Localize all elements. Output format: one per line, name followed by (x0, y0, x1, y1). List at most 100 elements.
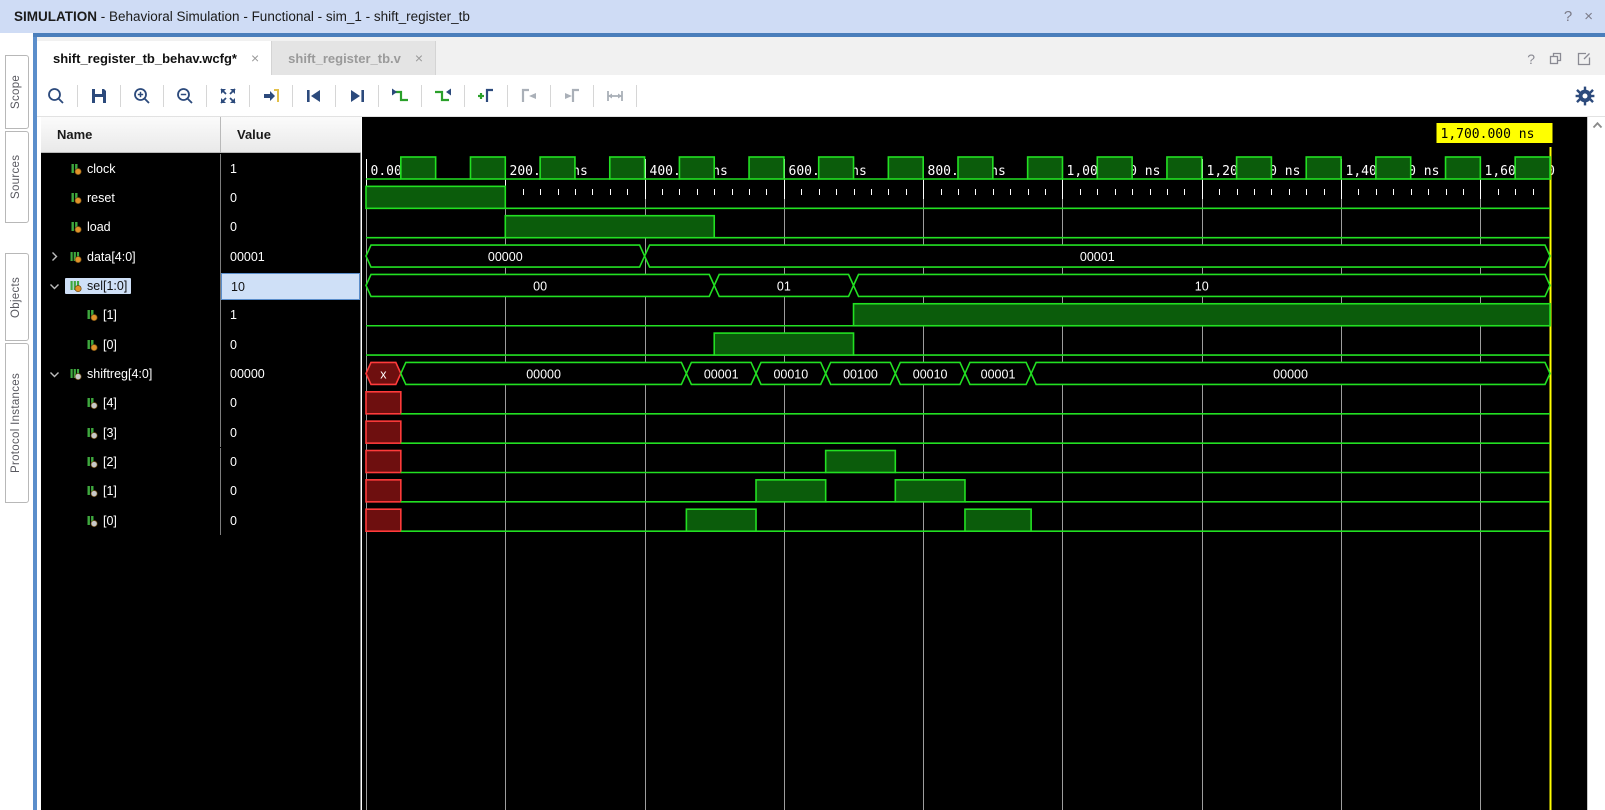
signal-name-cell[interactable]: data[4:0] (41, 242, 221, 271)
signal-label-wrapper[interactable]: load (65, 219, 115, 235)
signal-name-cell[interactable]: [0] (41, 330, 221, 359)
signal-name-cell[interactable]: [0] (41, 506, 221, 535)
signal-value-cell[interactable]: 10 (221, 273, 360, 300)
column-header-name[interactable]: Name (41, 117, 221, 153)
zoom-out-button[interactable] (166, 77, 204, 115)
signal-row[interactable]: [1] 1 (41, 301, 361, 330)
help-icon[interactable]: ? (1564, 8, 1572, 25)
signal-row[interactable]: [0] 0 (41, 330, 361, 359)
previous-transition-button[interactable] (295, 77, 333, 115)
signal-label-wrapper[interactable]: [4] (81, 395, 121, 411)
vtab-scope[interactable]: Scope (5, 55, 29, 129)
signal-name-cell[interactable]: load (41, 213, 221, 242)
waveform-viewer: Name Value clock1reset0load0data[4:0]000… (37, 117, 1605, 810)
signal-name-cell[interactable]: [4] (41, 389, 221, 418)
signal-name-cell[interactable]: [3] (41, 418, 221, 447)
zoom-in-button[interactable] (123, 77, 161, 115)
signal-value-cell[interactable]: 0 (221, 183, 361, 212)
signal-name-cell[interactable]: [2] (41, 448, 221, 477)
signal-name-cell[interactable]: sel[1:0] (41, 271, 221, 300)
signal-list-header: Name Value (41, 117, 361, 153)
signal-name-cell[interactable]: shiftreg[4:0] (41, 359, 221, 388)
chevron-up-icon[interactable] (1588, 117, 1605, 134)
signal-label-wrapper[interactable]: sel[1:0] (65, 278, 131, 294)
column-header-value[interactable]: Value (221, 117, 361, 153)
signal-label-wrapper[interactable]: data[4:0] (65, 249, 140, 265)
signal-value-cell[interactable]: 1 (221, 301, 361, 330)
tab-close-icon[interactable]: × (251, 50, 259, 66)
signal-name-cell[interactable]: reset (41, 183, 221, 212)
next-marker-button (553, 77, 591, 115)
waveform-logic-shiftreg1 (366, 480, 1550, 502)
signal-value-cell[interactable]: 0 (221, 330, 361, 359)
signal-row[interactable]: data[4:0] 00001 (41, 242, 361, 271)
signal-name-cell[interactable]: [1] (41, 477, 221, 506)
signal-row[interactable]: [1] 0 (41, 477, 361, 506)
signal-name-cell[interactable]: clock (41, 154, 221, 183)
signal-row[interactable]: [2] 0 (41, 448, 361, 477)
restore-window-icon[interactable] (1549, 52, 1563, 66)
signal-row[interactable]: reset 0 (41, 183, 361, 212)
signal-value-cell[interactable]: 0 (221, 448, 361, 477)
signal-label-wrapper[interactable]: clock (65, 161, 119, 177)
signal-label-wrapper[interactable]: [1] (81, 307, 121, 323)
signal-value-cell[interactable]: 1 (221, 154, 361, 183)
vtab-protocol-instances[interactable]: Protocol Instances (5, 343, 29, 503)
next-edge-button[interactable] (424, 77, 462, 115)
waveform-logic-shiftreg3 (366, 421, 1550, 443)
next-transition-button[interactable] (338, 77, 376, 115)
signal-row[interactable]: [4] 0 (41, 389, 361, 418)
chevron-down-icon[interactable] (49, 369, 65, 380)
signal-value-cell[interactable]: 00000 (221, 359, 361, 388)
signal-row[interactable]: shiftreg[4:0] 00000 (41, 359, 361, 388)
signal-reg-bus-icon (67, 367, 85, 381)
float-window-icon[interactable] (1577, 52, 1591, 66)
add-marker-button[interactable] (467, 77, 505, 115)
tab-close-icon[interactable]: × (415, 50, 423, 66)
close-icon[interactable]: × (1584, 8, 1593, 25)
signal-name-cell[interactable]: [1] (41, 301, 221, 330)
signal-value-cell[interactable]: 0 (221, 418, 361, 447)
vtab-sources[interactable]: Sources (5, 131, 29, 223)
simulation-title-bar: SIMULATION - Behavioral Simulation - Fun… (0, 0, 1605, 33)
signal-label-wrapper[interactable]: [3] (81, 425, 121, 441)
signal-label-wrapper[interactable]: [0] (81, 513, 121, 529)
signal-row[interactable]: clock 1 (41, 154, 361, 183)
signal-label-wrapper[interactable]: shiftreg[4:0] (65, 366, 156, 382)
zoom-fit-button[interactable] (209, 77, 247, 115)
chevron-right-icon[interactable] (49, 251, 65, 262)
toolbar-separator (378, 85, 379, 107)
chevron-down-icon[interactable] (49, 281, 65, 292)
signal-value-cell[interactable]: 00001 (221, 242, 361, 271)
help-icon[interactable]: ? (1527, 51, 1535, 67)
svg-text:00000: 00000 (526, 367, 561, 381)
signal-value-cell[interactable]: 0 (221, 506, 361, 535)
toolbar-separator (163, 85, 164, 107)
signal-row[interactable]: load 0 (41, 213, 361, 242)
tab-shift-register-tb-v[interactable]: shift_register_tb.v × (272, 41, 436, 75)
waveform-logic-sel0 (366, 333, 1550, 355)
goto-time-button[interactable] (252, 77, 290, 115)
waveform-canvas[interactable]: 0.000 ns200.000 ns400.000 ns600.000 ns80… (362, 117, 1569, 810)
signal-label-wrapper[interactable]: [0] (81, 337, 121, 353)
signal-value-cell[interactable]: 0 (221, 213, 361, 242)
signal-value-cell[interactable]: 0 (221, 389, 361, 418)
waveform-vertical-scrollbar[interactable] (1587, 117, 1605, 810)
tab-shift-register-tb-behav-wcfg[interactable]: shift_register_tb_behav.wcfg* × (37, 41, 272, 75)
save-waveform-button[interactable] (80, 77, 118, 115)
signal-row[interactable]: [0] 0 (41, 506, 361, 535)
signal-value-cell[interactable]: 0 (221, 477, 361, 506)
tab-label: shift_register_tb_behav.wcfg* (53, 51, 237, 66)
settings-gear-icon[interactable] (1575, 86, 1595, 106)
signal-label-wrapper[interactable]: [1] (81, 483, 121, 499)
signal-row[interactable]: [3] 0 (41, 418, 361, 447)
previous-edge-button[interactable] (381, 77, 419, 115)
signal-name-label: data[4:0] (85, 250, 136, 264)
svg-text:00010: 00010 (913, 367, 948, 381)
search-button[interactable] (37, 77, 75, 115)
signal-label-wrapper[interactable]: [2] (81, 454, 121, 470)
signal-row[interactable]: sel[1:0] 10 (41, 271, 361, 300)
waveform-canvas-pane[interactable]: 0.000 ns200.000 ns400.000 ns600.000 ns80… (362, 117, 1587, 810)
signal-label-wrapper[interactable]: reset (65, 190, 119, 206)
vtab-objects[interactable]: Objects (5, 253, 29, 341)
